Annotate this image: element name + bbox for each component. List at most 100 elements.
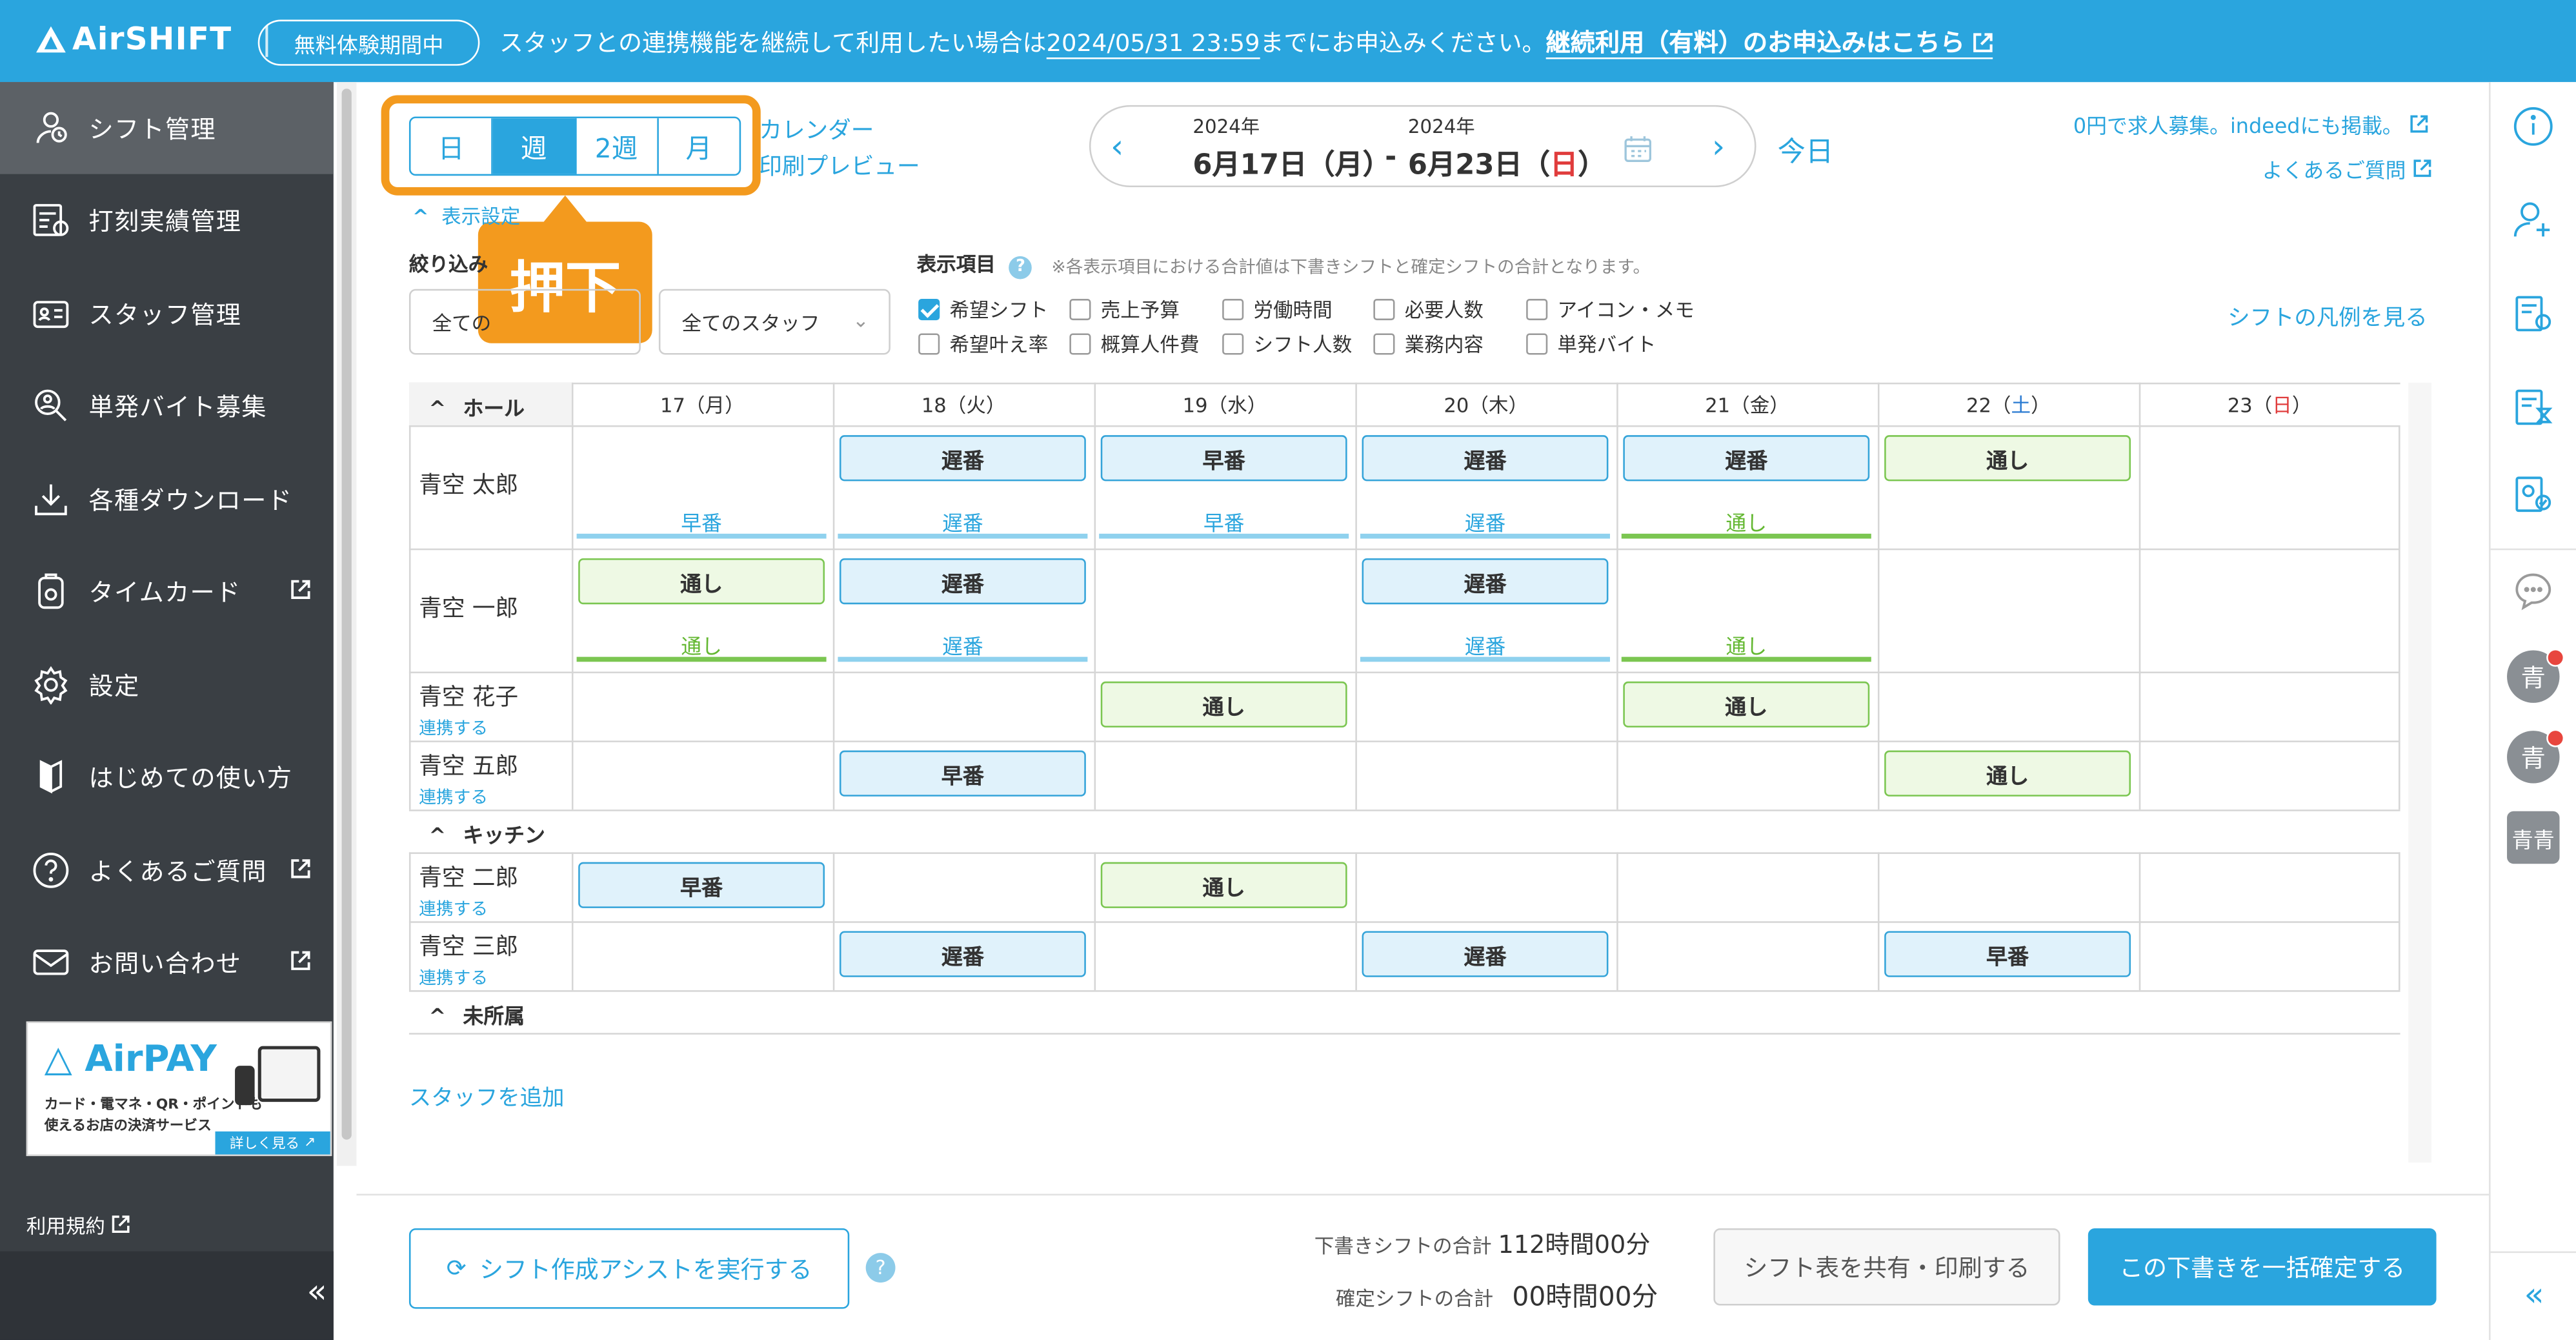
option-task-content[interactable]: 業務内容 (1373, 330, 1484, 358)
group-name: キッチン (463, 822, 545, 848)
checkbox[interactable] (1069, 333, 1091, 355)
shift-request-icon[interactable] (2512, 292, 2555, 335)
shift-chip[interactable]: 通し (1884, 435, 2131, 482)
staff-name[interactable]: 青空 二郎 連携する (419, 860, 518, 921)
share-print-button[interactable]: シフト表を共有・印刷する (1713, 1228, 2060, 1306)
shift-assist-button[interactable]: ⟳ シフト作成アシストを実行する (408, 1228, 850, 1309)
group-header[interactable]: ^ キッチン (428, 818, 545, 849)
shift-hourglass-icon[interactable] (2512, 386, 2555, 429)
staff-avatar[interactable]: 青 (2507, 729, 2565, 784)
staff-name[interactable]: 青空 三郎 連携する (419, 929, 518, 990)
shift-chip[interactable]: 遅番 (839, 435, 1086, 482)
chevron-left-icon[interactable]: ‹ (1111, 127, 1123, 166)
help-icon[interactable]: ? (865, 1253, 896, 1283)
option-sales-budget[interactable]: 売上予算 (1069, 296, 1180, 323)
scrollbar-thumb[interactable] (341, 88, 352, 1140)
sidebar-item-timecard[interactable]: タイムカード (0, 545, 334, 637)
checkbox[interactable] (1373, 299, 1395, 321)
grid-scrollbar[interactable] (2408, 382, 2431, 1163)
option-wish-rate[interactable]: 希望叶え率 (918, 330, 1048, 358)
checkbox[interactable] (1373, 333, 1395, 355)
rail-collapse-button[interactable]: « (2490, 1251, 2576, 1340)
faq-link[interactable]: よくあるご質問 (2262, 153, 2431, 184)
checkbox[interactable] (1526, 333, 1548, 355)
shift-chip[interactable]: 早番 (578, 862, 825, 908)
sidebar-item-guide[interactable]: はじめての使い方 (0, 731, 334, 822)
shift-chip[interactable]: 遅番 (1362, 558, 1609, 605)
calendar-icon[interactable] (1623, 135, 1653, 171)
airpay-banner[interactable]: △ AirPAY カード・電マネ・QR・ポイントも 使えるお店の決済サービス 詳し… (26, 1021, 332, 1157)
group-filter-select[interactable]: 全ての (408, 289, 641, 355)
sidebar-item-punch[interactable]: 打刻実績管理 (0, 174, 334, 266)
shift-chip[interactable]: 早番 (1884, 931, 2131, 977)
sidebar-item-faq[interactable]: よくあるご質問 (0, 824, 334, 916)
airpay-more-link[interactable]: 詳しく見る ↗ (215, 1131, 330, 1155)
sidebar-item-contact[interactable]: お問い合わせ (0, 917, 334, 1008)
checkbox[interactable] (1222, 299, 1244, 321)
shift-chip[interactable]: 通し (1884, 750, 2131, 797)
option-one-time-job[interactable]: 単発バイト (1526, 330, 1656, 358)
sidebar-collapse-button[interactable]: « (0, 1251, 334, 1340)
option-required-staff[interactable]: 必要人数 (1373, 296, 1484, 323)
link-staff-link[interactable]: 連携する (419, 785, 518, 809)
staff-name[interactable]: 青空 太郎 (419, 468, 518, 501)
shift-chip[interactable]: 遅番 (1623, 435, 1870, 482)
shift-chip[interactable]: 遅番 (839, 931, 1086, 977)
shift-chip[interactable]: 通し (1100, 681, 1347, 728)
chevron-right-icon[interactable]: › (1712, 127, 1725, 166)
link-staff-link[interactable]: 連携する (419, 966, 518, 990)
shift-chip[interactable]: 遅番 (1362, 931, 1609, 977)
add-staff-link[interactable]: スタッフを追加 (409, 1079, 565, 1112)
confirm-all-button[interactable]: この下書きを一括確定する (2088, 1228, 2437, 1306)
shift-legend-link[interactable]: シフトの凡例を見る (2228, 299, 2427, 332)
sidebar-item-settings[interactable]: 設定 (0, 639, 334, 731)
info-icon[interactable] (2512, 105, 2555, 148)
staff-filter-select[interactable]: 全てのスタッフ ⌄ (658, 289, 891, 355)
staff-name[interactable]: 青空 五郎 連携する (419, 749, 518, 809)
sidebar-scrollbar[interactable] (336, 82, 357, 1166)
display-settings-toggle[interactable]: ^ 表示設定 (412, 202, 520, 230)
group-header[interactable]: ^ 未所属 (428, 999, 525, 1030)
shift-chip[interactable]: 早番 (839, 750, 1086, 797)
checkbox[interactable] (1222, 333, 1244, 355)
shift-chip[interactable]: 早番 (1100, 435, 1347, 482)
checkbox[interactable] (918, 333, 940, 355)
option-shift-count[interactable]: シフト人数 (1222, 330, 1352, 358)
sidebar-item-shift[interactable]: シフト管理 (0, 82, 334, 174)
terms-link[interactable]: 利用規約 (26, 1212, 130, 1240)
add-user-icon[interactable] (2512, 199, 2555, 241)
recruit-link[interactable]: 0円で求人募集。indeedにも掲載。 (2073, 108, 2428, 139)
option-work-hours[interactable]: 労働時間 (1222, 296, 1333, 323)
shift-chip[interactable]: 通し (1623, 681, 1870, 728)
checkbox[interactable] (918, 299, 940, 321)
shift-chip[interactable]: 通し (1100, 862, 1347, 908)
shift-chip[interactable]: 遅番 (1362, 435, 1609, 482)
link-staff-link[interactable]: 連携する (419, 716, 518, 740)
today-button[interactable]: 今日 (1778, 128, 1834, 169)
print-preview-link[interactable]: 印刷プレビュー (759, 150, 920, 183)
airshift-logo[interactable]: AirSHIFT | (36, 21, 273, 57)
shift-confirm-icon[interactable] (2512, 473, 2555, 516)
staff-name[interactable]: 青空 一郎 (419, 591, 518, 624)
chat-icon[interactable] (2512, 570, 2555, 613)
sidebar-item-download[interactable]: 各種ダウンロード (0, 453, 334, 545)
staff-avatar[interactable]: 青青 (2507, 811, 2560, 864)
link-staff-link[interactable]: 連携する (419, 897, 518, 921)
checkbox[interactable] (1526, 299, 1548, 321)
group-header[interactable]: ^ ホール (428, 391, 525, 421)
option-wish-shift[interactable]: 希望シフト (918, 296, 1048, 323)
continue-subscription-link[interactable]: 継続利用（有料）のお申込みはこちら (1545, 28, 1993, 59)
checkbox[interactable] (1069, 299, 1091, 321)
option-icon-memo[interactable]: アイコン・メモ (1526, 296, 1695, 323)
calendar-link[interactable]: カレンダー (759, 114, 874, 147)
option-labor-cost[interactable]: 概算人件費 (1069, 330, 1200, 358)
staff-avatar[interactable]: 青 (2507, 648, 2565, 703)
shift-chip[interactable]: 遅番 (839, 558, 1086, 605)
help-icon[interactable]: ? (1009, 256, 1032, 279)
wish-shift-bar: 通し (1621, 629, 1871, 662)
sidebar-item-staff[interactable]: スタッフ管理 (0, 268, 334, 360)
footer-bar: ⟳ シフト作成アシストを実行する ? 下書きシフトの合計 112時間00分 確定シ… (356, 1193, 2490, 1340)
sidebar-item-recruit[interactable]: 単発バイト募集 (0, 360, 334, 451)
staff-name[interactable]: 青空 花子 連携する (419, 680, 518, 740)
shift-chip[interactable]: 通し (578, 558, 825, 605)
